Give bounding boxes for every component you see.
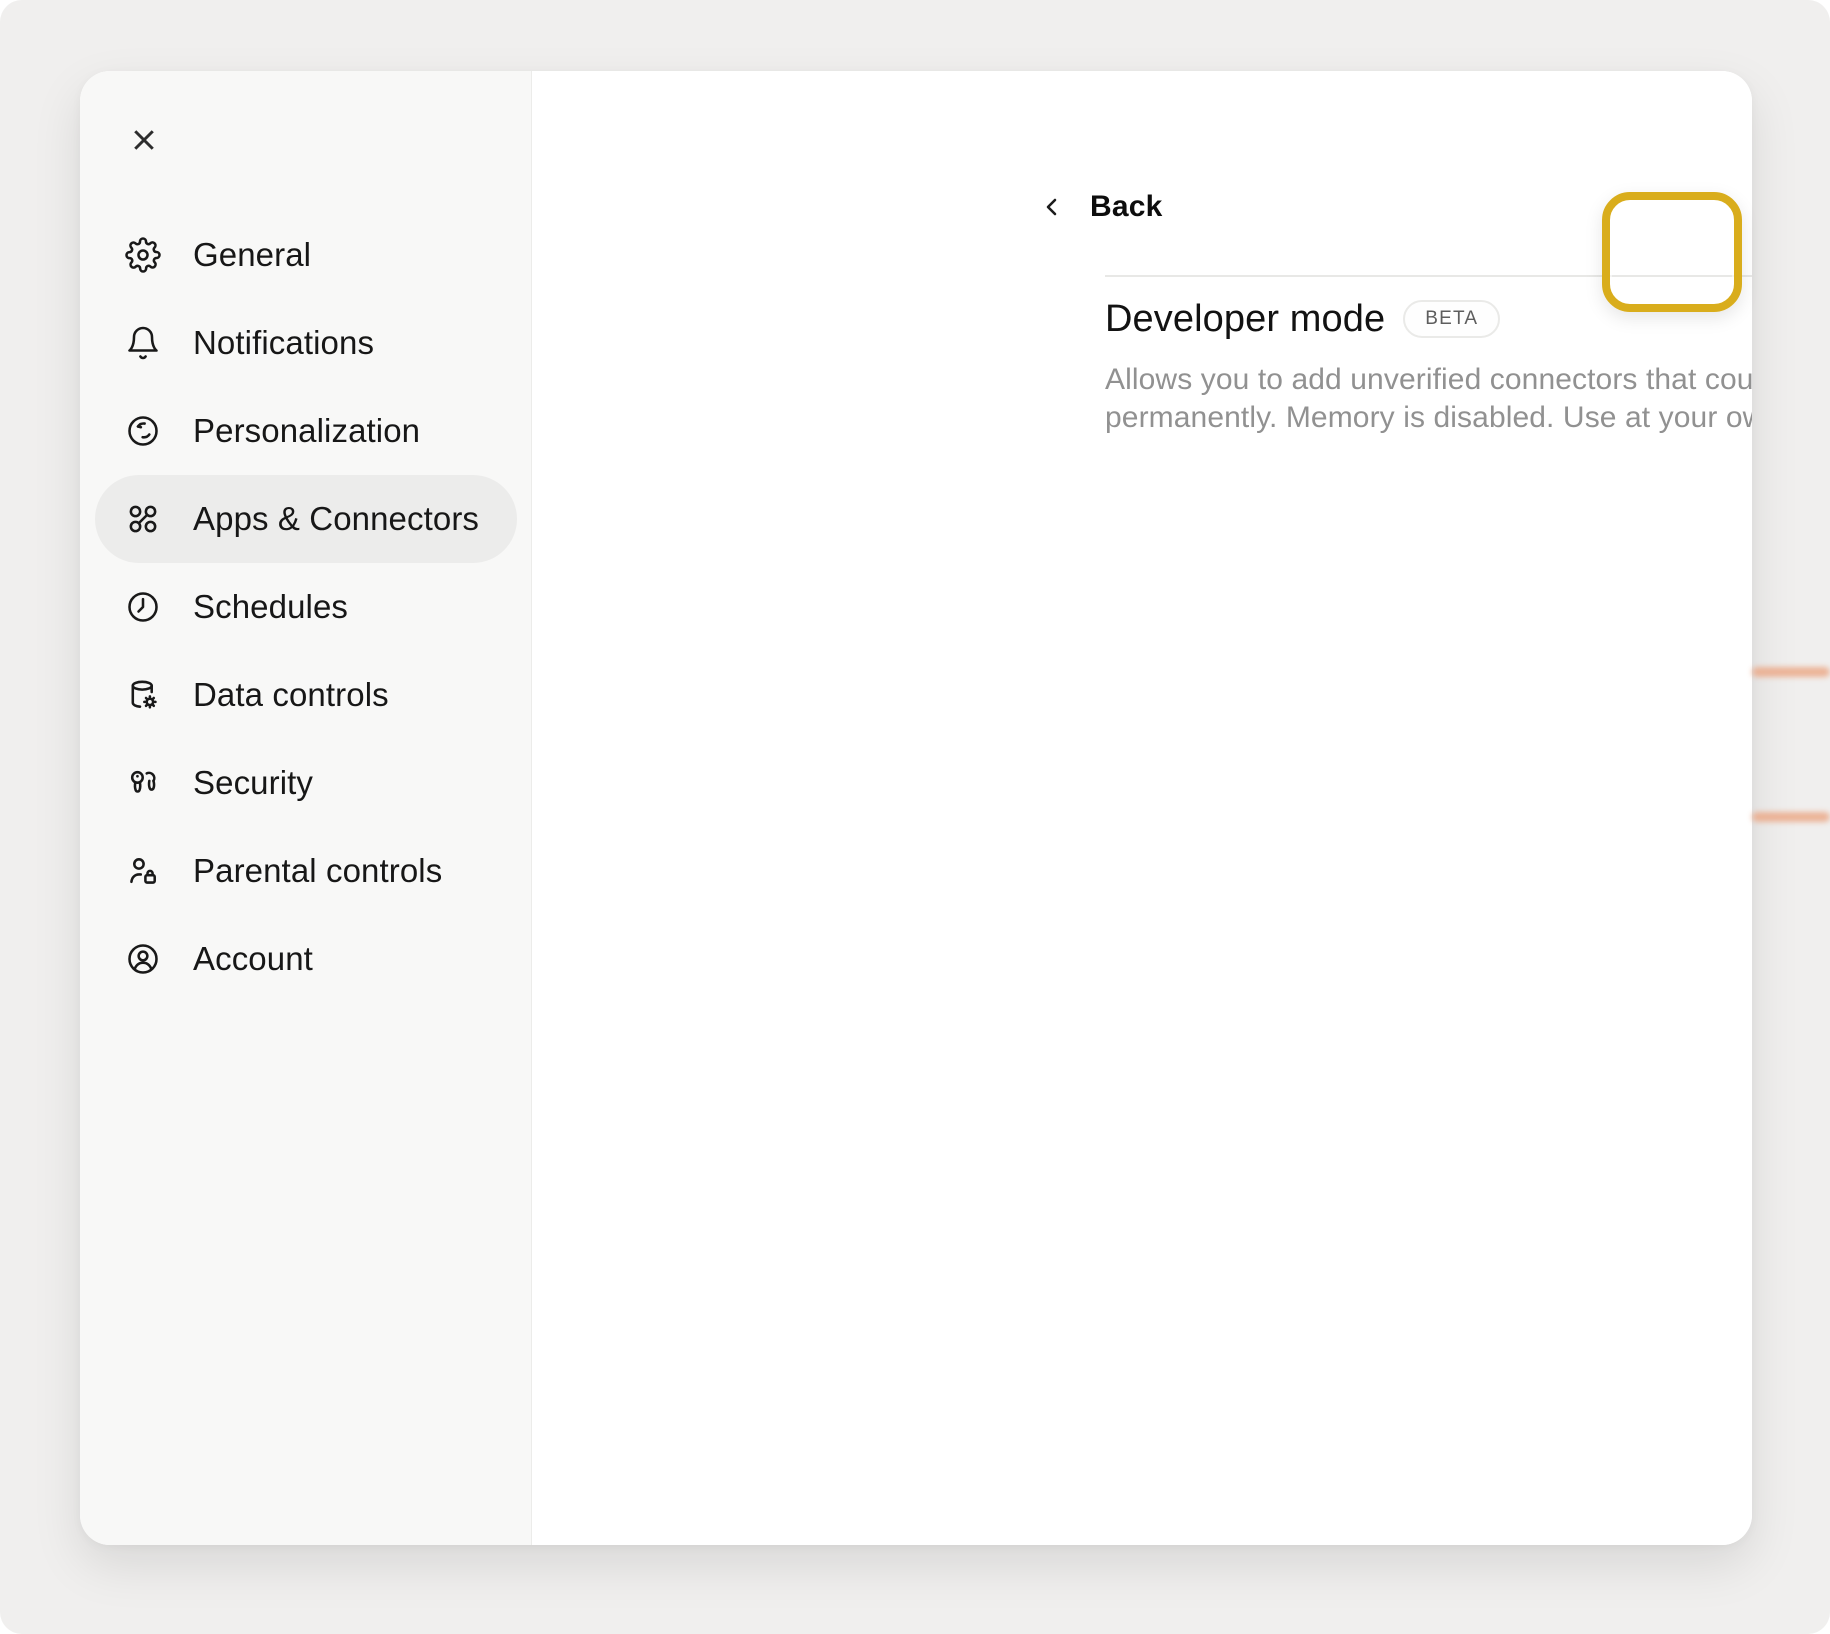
back-label: Back (1090, 190, 1163, 224)
keys-icon (125, 765, 161, 801)
bell-icon (125, 325, 161, 361)
sidebar-item-label: Account (193, 940, 313, 978)
sidebar-item-general[interactable]: General (95, 211, 517, 299)
person-lock-icon (125, 853, 161, 889)
settings-dialog: General Notifications Personalization (80, 71, 1752, 1545)
database-gear-icon (125, 677, 161, 713)
description-line-2: permanently. Memory is disabled. Use at … (1105, 399, 1752, 437)
gear-icon (125, 237, 161, 273)
back-button[interactable]: Back (1040, 179, 1163, 235)
sidebar-item-label: Schedules (193, 588, 348, 626)
sidebar-item-notifications[interactable]: Notifications (95, 299, 517, 387)
person-circle-icon (125, 941, 161, 977)
description-line-1: Allows you to add unverified connectors … (1105, 361, 1752, 399)
clock-icon (125, 589, 161, 625)
settings-content: Back Developer mode BETA Allows you to a… (532, 71, 1752, 1545)
sidebar-item-apps-connectors[interactable]: Apps & Connectors (95, 475, 517, 563)
screenshot-canvas: General Notifications Personalization (0, 0, 1830, 1634)
history-icon (125, 413, 161, 449)
settings-sidebar: General Notifications Personalization (80, 71, 532, 1545)
sidebar-item-label: Notifications (193, 324, 374, 362)
sidebar-item-label: Security (193, 764, 313, 802)
sidebar-item-personalization[interactable]: Personalization (95, 387, 517, 475)
sidebar-item-security[interactable]: Security (95, 739, 517, 827)
section-divider (1105, 275, 1752, 277)
beta-badge: BETA (1403, 300, 1500, 338)
sidebar-item-label: Data controls (193, 676, 389, 714)
chevron-left-icon (1040, 193, 1064, 221)
sidebar-item-parental-controls[interactable]: Parental controls (95, 827, 517, 915)
developer-mode-row: Developer mode BETA (1105, 297, 1500, 341)
sidebar-item-schedules[interactable]: Schedules (95, 563, 517, 651)
sidebar-nav: General Notifications Personalization (95, 211, 517, 1003)
close-button[interactable] (116, 112, 172, 168)
sidebar-item-label: Personalization (193, 412, 420, 450)
close-icon (129, 125, 159, 155)
setting-title: Developer mode (1105, 297, 1385, 341)
setting-description: Allows you to add unverified connectors … (1105, 361, 1752, 437)
sidebar-item-data-controls[interactable]: Data controls (95, 651, 517, 739)
sidebar-item-label: Apps & Connectors (193, 500, 479, 538)
connectors-icon (125, 501, 161, 537)
sidebar-item-label: General (193, 236, 311, 274)
sidebar-item-account[interactable]: Account (95, 915, 517, 1003)
sidebar-item-label: Parental controls (193, 852, 442, 890)
